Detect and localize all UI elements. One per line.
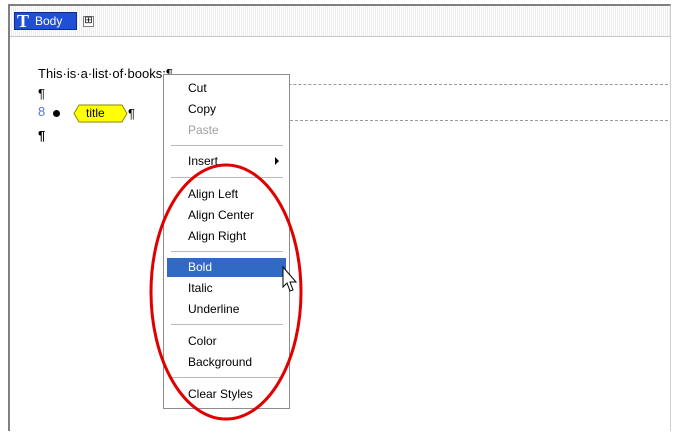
menu-item-background[interactable]: Background xyxy=(188,355,252,369)
list-divider xyxy=(290,120,668,121)
menu-item-bold-highlight[interactable]: Bold xyxy=(167,258,286,277)
menu-separator xyxy=(171,251,283,252)
empty-paragraph-mark[interactable]: ¶ xyxy=(38,86,45,101)
menu-item-paste[interactable]: Paste xyxy=(188,123,219,137)
menu-item-insert[interactable]: Insert xyxy=(188,154,218,168)
menu-separator xyxy=(171,377,283,378)
menu-separator xyxy=(171,177,283,178)
title-tag-label: title xyxy=(86,106,105,120)
body-tag[interactable]: T Body xyxy=(14,12,77,30)
menu-separator xyxy=(171,324,283,325)
body-tag-label: Body xyxy=(35,14,63,28)
menu-item-color[interactable]: Color xyxy=(188,334,217,348)
menu-item-align-left[interactable]: Align Left xyxy=(188,187,238,201)
context-menu: Cut Copy Paste Insert Align Left Align C… xyxy=(163,74,290,409)
menu-item-underline[interactable]: Underline xyxy=(188,302,239,316)
title-paragraph-mark: ¶ xyxy=(128,106,135,121)
menu-item-clear-styles[interactable]: Clear Styles xyxy=(188,387,253,401)
menu-item-bold[interactable]: Bold xyxy=(188,260,212,274)
menu-item-align-center[interactable]: Align Center xyxy=(188,208,254,222)
menu-item-cut[interactable]: Cut xyxy=(188,81,207,95)
line-divider xyxy=(228,84,668,85)
list-number: 8 xyxy=(38,104,46,119)
menu-separator xyxy=(171,145,283,146)
submenu-arrow-icon xyxy=(275,157,279,165)
bullet-icon xyxy=(53,110,60,117)
menu-item-italic[interactable]: Italic xyxy=(188,281,213,295)
text-line[interactable]: This·is·a·list·of·books:¶ xyxy=(38,66,173,81)
expand-icon[interactable]: ⊞ xyxy=(83,16,94,27)
cursor-paragraph-mark[interactable]: ¶ xyxy=(38,128,45,143)
menu-item-align-right[interactable]: Align Right xyxy=(188,229,246,243)
text-element-icon: T xyxy=(16,11,29,31)
menu-item-copy[interactable]: Copy xyxy=(188,102,216,116)
element-breadcrumb-bar xyxy=(10,6,670,37)
